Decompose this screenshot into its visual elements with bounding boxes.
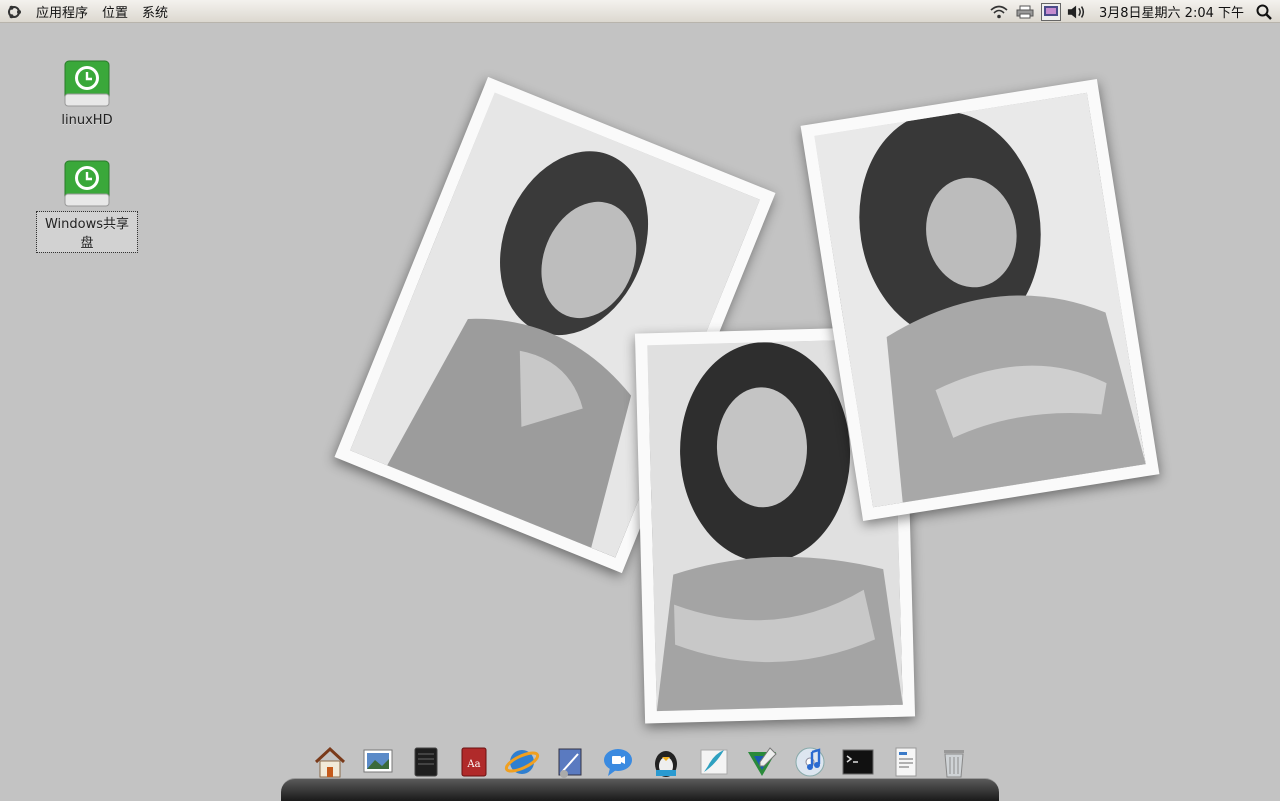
- desktop-icon-linuxhd[interactable]: linuxHD: [37, 58, 137, 129]
- desktop-icon-label: Windows共享盘: [36, 211, 138, 253]
- notebook-icon: [414, 747, 438, 777]
- printer-icon[interactable]: [1015, 3, 1035, 21]
- drive-icon: [64, 160, 110, 207]
- display-icon[interactable]: [1041, 2, 1061, 21]
- volume-icon[interactable]: [1067, 3, 1087, 21]
- menu-system[interactable]: 系统: [142, 2, 168, 21]
- dictionary-icon: Aa: [461, 747, 487, 777]
- feather-icon: [700, 749, 728, 775]
- ubuntu-logo-icon[interactable]: [6, 4, 22, 20]
- top-panel: 应用程序 位置 系统 3月8日星期六 2:04 下午: [0, 0, 1280, 23]
- dock-chat[interactable]: [594, 742, 642, 782]
- photo-right: [800, 78, 1160, 522]
- browser-icon: [504, 750, 540, 774]
- dock-document[interactable]: [882, 742, 930, 782]
- desktop-icon-label: linuxHD: [61, 113, 113, 128]
- dock-dictionary[interactable]: Aa: [450, 742, 498, 782]
- svg-text:Aa: Aa: [466, 759, 480, 770]
- desktop-icon-windows-share[interactable]: Windows共享盘: [36, 158, 138, 253]
- dock-mail[interactable]: [546, 742, 594, 782]
- terminal-icon: [842, 749, 874, 775]
- dock-vector-app[interactable]: [738, 742, 786, 782]
- vector-app-icon: [748, 747, 777, 776]
- dock: Aa: [306, 742, 978, 782]
- dock-music[interactable]: [786, 742, 834, 782]
- document-icon: [895, 747, 917, 777]
- menu-applications[interactable]: 应用程序: [36, 2, 88, 21]
- dock-penguin[interactable]: [642, 742, 690, 782]
- panel-menus: 应用程序 位置 系统: [6, 0, 168, 23]
- dock-home[interactable]: [306, 742, 354, 782]
- wifi-icon[interactable]: [989, 3, 1009, 21]
- dock-feather[interactable]: [690, 742, 738, 782]
- music-icon: [795, 747, 825, 777]
- drive-icon: [64, 60, 110, 107]
- dock-browser[interactable]: [498, 742, 546, 782]
- home-icon: [314, 746, 346, 778]
- panel-tray: 3月8日星期六 2:04 下午: [989, 0, 1274, 23]
- clock[interactable]: 3月8日星期六 2:04 下午: [1099, 2, 1244, 21]
- chat-icon: [604, 749, 632, 776]
- penguin-icon: [655, 751, 677, 777]
- dock-trash[interactable]: [930, 742, 978, 782]
- trash-icon: [944, 750, 964, 778]
- mail-icon: [558, 748, 582, 778]
- menu-places[interactable]: 位置: [102, 2, 128, 21]
- dock-notebook[interactable]: [402, 742, 450, 782]
- image-viewer-icon: [363, 749, 393, 773]
- dock-image-viewer[interactable]: [354, 742, 402, 782]
- dock-terminal[interactable]: [834, 742, 882, 782]
- search-icon[interactable]: [1254, 3, 1274, 21]
